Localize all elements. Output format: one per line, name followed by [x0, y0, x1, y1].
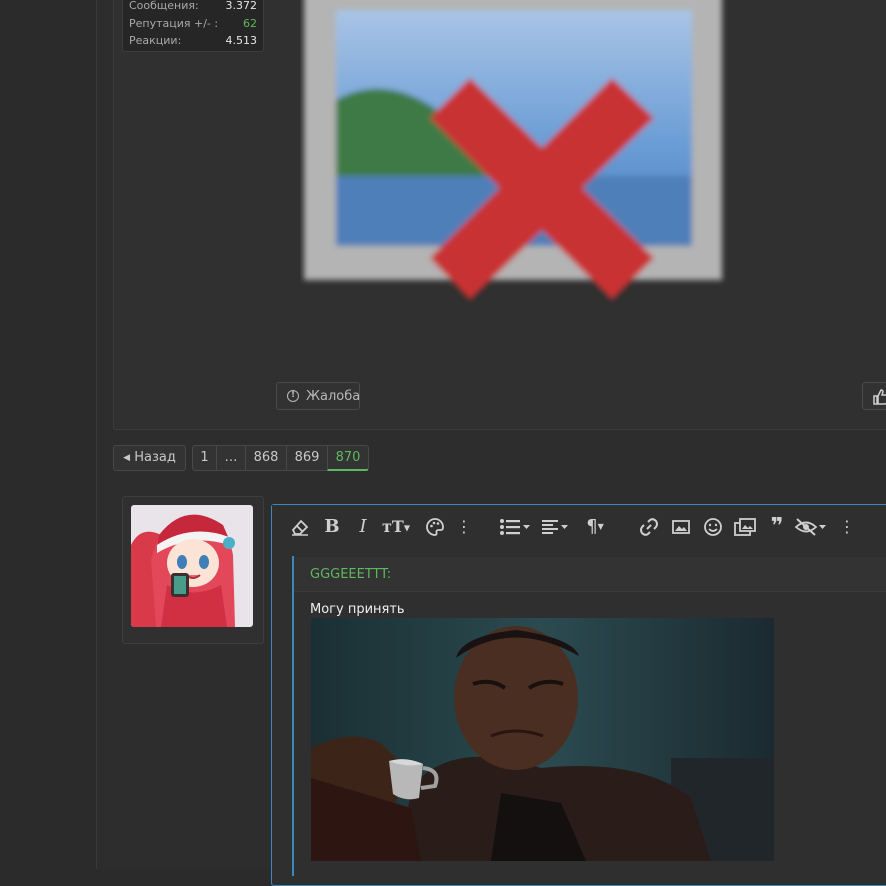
paragraph-icon[interactable]: ¶▼	[580, 516, 610, 538]
eraser-icon[interactable]	[289, 516, 311, 538]
stat-label: Репутация +/- :	[129, 17, 219, 30]
text-size-icon[interactable]: ᴛT▼	[380, 516, 412, 538]
italic-icon[interactable]: I	[354, 516, 372, 538]
reply-text[interactable]: Могу принять	[310, 602, 405, 617]
quote-bar	[292, 556, 294, 876]
page-link[interactable]: 869	[286, 445, 328, 471]
page-link[interactable]: 1	[192, 445, 217, 471]
link-icon[interactable]	[638, 516, 660, 538]
quote-author[interactable]: GGGEEETTT:	[310, 567, 391, 582]
list-icon[interactable]	[498, 516, 532, 538]
reply-image	[311, 618, 774, 861]
hide-icon[interactable]	[794, 516, 828, 538]
quote-icon[interactable]: ❞	[765, 516, 789, 538]
report-button[interactable]: ! Жалоба	[276, 382, 360, 410]
page-number: 868	[253, 450, 279, 465]
page-link[interactable]: 868	[245, 445, 287, 471]
broken-image-icon	[300, 0, 744, 362]
back-label: Назад	[134, 450, 176, 465]
pagination-back-button[interactable]: ◀ Назад	[113, 445, 186, 471]
report-label: Жалоба	[306, 389, 361, 404]
alert-icon: !	[287, 390, 299, 402]
stat-reactions: Реакции: 4.513	[129, 34, 257, 50]
image-icon[interactable]	[670, 516, 692, 538]
stat-value: 4.513	[225, 34, 258, 47]
align-icon[interactable]	[540, 516, 570, 538]
stat-reputation: Репутация +/- : 62	[129, 17, 257, 33]
media-icon[interactable]	[733, 516, 757, 538]
palette-icon[interactable]	[424, 516, 446, 538]
avatar[interactable]	[131, 505, 253, 627]
page-number: 1	[200, 450, 209, 465]
page-number: 870	[335, 450, 361, 465]
stat-messages: Сообщения: 3.372	[129, 0, 257, 15]
bold-icon[interactable]: B	[322, 516, 342, 538]
more-icon[interactable]: ⋮	[839, 516, 855, 538]
stat-label: Реакции:	[129, 34, 182, 47]
stat-value: 3.372	[225, 0, 258, 12]
smiley-icon[interactable]	[702, 516, 724, 538]
user-stats-panel: Сообщения: 3.372 Репутация +/- : 62 Реак…	[122, 0, 264, 52]
like-button[interactable]	[862, 382, 886, 410]
stat-value: 62	[243, 17, 257, 30]
page-link-current[interactable]: 870	[327, 445, 369, 471]
page-ellipsis[interactable]: …	[216, 445, 246, 471]
more-icon[interactable]: ⋮	[456, 516, 472, 538]
chevron-left-icon: ◀	[123, 453, 131, 463]
page-number: …	[224, 450, 238, 465]
stat-label: Сообщения:	[129, 0, 199, 12]
thumbs-up-icon	[873, 389, 886, 405]
page-number: 869	[294, 450, 320, 465]
left-gutter	[0, 0, 97, 869]
